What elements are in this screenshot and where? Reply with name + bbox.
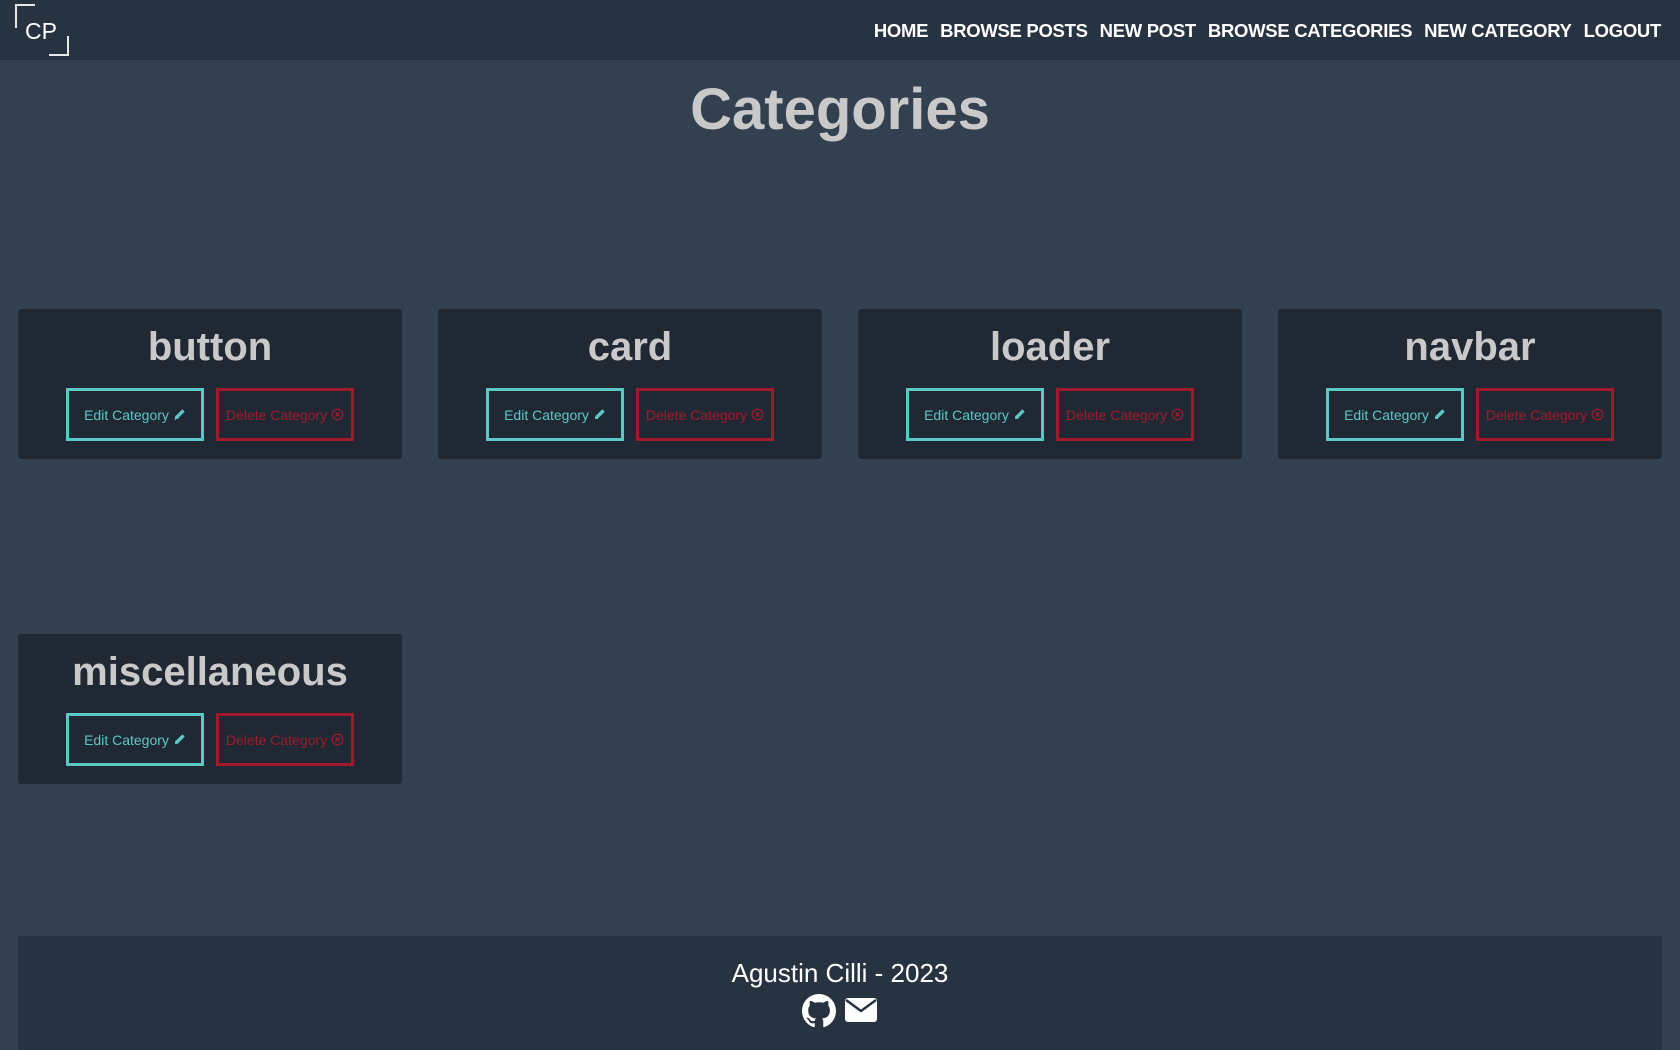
edit-category-label: Edit Category [84, 731, 169, 748]
footer-icons [18, 994, 1662, 1033]
category-card: miscellaneous Edit Category Delete Categ… [18, 634, 402, 784]
category-card: button Edit Category Delete Category [18, 309, 402, 459]
edit-category-label: Edit Category [504, 406, 589, 423]
circle-x-icon [751, 408, 764, 421]
nav-logout-link[interactable]: LOGOUT [1584, 20, 1662, 42]
delete-category-label: Delete Category [225, 731, 328, 748]
circle-x-icon [331, 408, 344, 421]
delete-category-label: Delete Category [1065, 406, 1168, 423]
edit-category-button[interactable]: Edit Category [906, 388, 1044, 441]
card-actions: Edit Category Delete Category [66, 388, 354, 441]
delete-category-label: Delete Category [645, 406, 748, 423]
delete-category-button[interactable]: Delete Category [1056, 388, 1194, 441]
footer: Agustin Cilli - 2023 [18, 936, 1662, 1050]
category-card: loader Edit Category Delete Category [858, 309, 1242, 459]
category-name: button [147, 325, 273, 369]
category-card: navbar Edit Category Delete Category [1278, 309, 1662, 459]
edit-category-button[interactable]: Edit Category [66, 388, 204, 441]
logo-text: CP [25, 18, 57, 44]
nav-new-post-link[interactable]: NEW POST [1100, 20, 1197, 42]
circle-x-icon [1591, 408, 1604, 421]
pencil-icon [173, 733, 186, 746]
circle-x-icon [1171, 408, 1184, 421]
category-name: card [587, 325, 673, 369]
nav-browse-categories-link[interactable]: BROWSE CATEGORIES [1208, 20, 1413, 42]
logo[interactable]: CP [15, 4, 69, 56]
nav-browse-posts-link[interactable]: BROWSE POSTS [940, 20, 1088, 42]
delete-category-button[interactable]: Delete Category [216, 713, 354, 766]
pencil-icon [1013, 408, 1026, 421]
pencil-icon [1433, 408, 1446, 421]
nav-links: HOME BROWSE POSTS NEW POST BROWSE CATEGO… [874, 20, 1661, 42]
envelope-icon[interactable] [844, 994, 878, 1033]
navbar: CP HOME BROWSE POSTS NEW POST BROWSE CAT… [0, 0, 1680, 60]
edit-category-button[interactable]: Edit Category [1326, 388, 1464, 441]
footer-credit: Agustin Cilli - 2023 [731, 958, 949, 988]
pencil-icon [173, 408, 186, 421]
card-actions: Edit Category Delete Category [486, 388, 774, 441]
github-icon[interactable] [802, 994, 836, 1033]
category-name: navbar [1404, 325, 1536, 369]
circle-x-icon [331, 733, 344, 746]
edit-category-button[interactable]: Edit Category [66, 713, 204, 766]
page-title: Categories [690, 77, 990, 142]
delete-category-button[interactable]: Delete Category [1476, 388, 1614, 441]
edit-category-label: Edit Category [84, 406, 169, 423]
delete-category-label: Delete Category [225, 406, 328, 423]
card-actions: Edit Category Delete Category [1326, 388, 1614, 441]
category-name: miscellaneous [72, 650, 348, 694]
card-actions: Edit Category Delete Category [906, 388, 1194, 441]
nav-home-link[interactable]: HOME [874, 20, 929, 42]
delete-category-label: Delete Category [1485, 406, 1588, 423]
nav-new-category-link[interactable]: NEW CATEGORY [1424, 20, 1572, 42]
edit-category-label: Edit Category [1344, 406, 1429, 423]
category-name: loader [989, 325, 1111, 369]
category-card: card Edit Category Delete Category [438, 309, 822, 459]
delete-category-button[interactable]: Delete Category [636, 388, 774, 441]
edit-category-label: Edit Category [924, 406, 1009, 423]
delete-category-button[interactable]: Delete Category [216, 388, 354, 441]
edit-category-button[interactable]: Edit Category [486, 388, 624, 441]
card-actions: Edit Category Delete Category [66, 713, 354, 766]
pencil-icon [593, 408, 606, 421]
